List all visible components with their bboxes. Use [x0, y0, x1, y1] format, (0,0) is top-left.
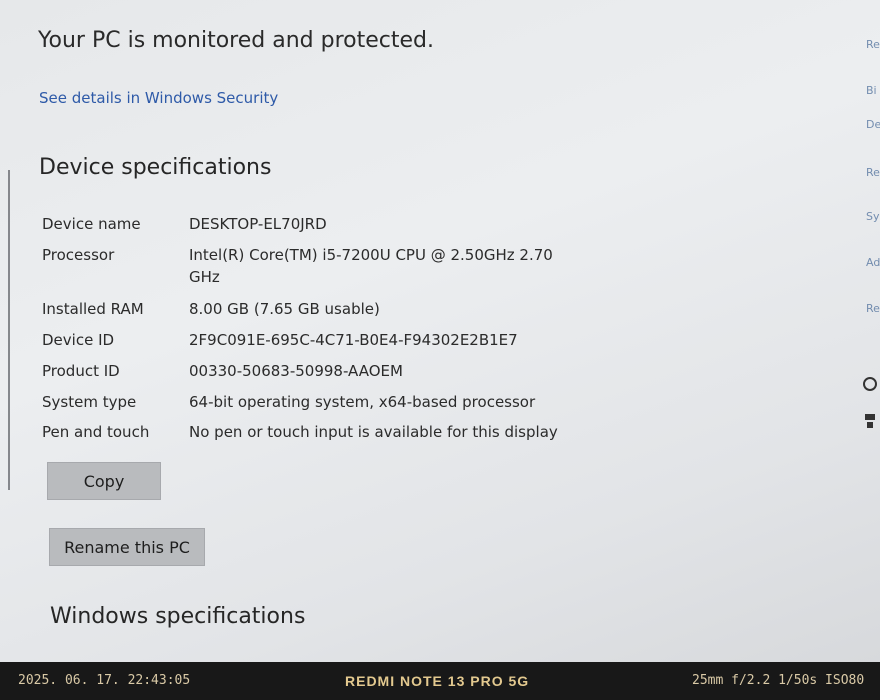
spec-value: 00330-50683-50998-AAOEM	[189, 362, 403, 380]
spec-label: Installed RAM	[42, 300, 144, 318]
spec-value: Intel(R) Core(TM) i5-7200U CPU @ 2.50GHz…	[189, 246, 553, 286]
spec-value: 2F9C091E-695C-4C71-B0E4-F94302E2B1E7	[189, 331, 518, 349]
windows-specifications-title: Windows specifications	[50, 604, 306, 629]
left-divider	[8, 170, 10, 490]
spec-label: Product ID	[42, 362, 120, 380]
related-link[interactable]: Re	[866, 302, 880, 315]
camera-watermark-bar: 2025. 06. 17. 22:43:05 REDMI NOTE 13 PRO…	[0, 662, 880, 700]
spec-label: Device ID	[42, 331, 115, 349]
spec-value: DESKTOP-EL70JRD	[189, 215, 327, 233]
about-settings-page: Your PC is monitored and protected. See …	[0, 0, 880, 662]
spec-value: 64-bit operating system, x64-based proce…	[189, 393, 536, 411]
windows-security-link[interactable]: See details in Windows Security	[39, 89, 278, 107]
help-icon[interactable]	[862, 376, 878, 392]
related-settings-panel: Re Bi De Re Sy Ad Re	[860, 20, 880, 480]
spec-value: No pen or touch input is available for t…	[189, 423, 558, 441]
spec-label: Pen and touch	[42, 423, 150, 441]
camera-device-name: REDMI NOTE 13 PRO 5G	[345, 673, 530, 689]
spec-label: Processor	[42, 246, 115, 264]
spec-value: 8.00 GB (7.65 GB usable)	[189, 300, 380, 318]
device-specifications-title: Device specifications	[39, 155, 272, 180]
security-status-heading: Your PC is monitored and protected.	[38, 28, 434, 53]
camera-exposure-info: 25mm f/2.2 1/50s ISO80	[692, 673, 865, 688]
related-link[interactable]: De	[866, 118, 880, 131]
related-link[interactable]: Bi	[866, 84, 877, 97]
feedback-icon[interactable]	[862, 412, 878, 430]
copy-button[interactable]: Copy	[47, 462, 161, 500]
spec-label: System type	[42, 393, 137, 411]
spec-label: Device name	[42, 215, 141, 233]
related-link[interactable]: Sy	[866, 210, 880, 223]
rename-pc-button[interactable]: Rename this PC	[49, 528, 205, 566]
related-link[interactable]: Re	[866, 38, 880, 51]
related-link[interactable]: Ad	[866, 256, 880, 269]
related-link[interactable]: Re	[866, 166, 880, 179]
photo-datetime: 2025. 06. 17. 22:43:05	[18, 673, 191, 688]
